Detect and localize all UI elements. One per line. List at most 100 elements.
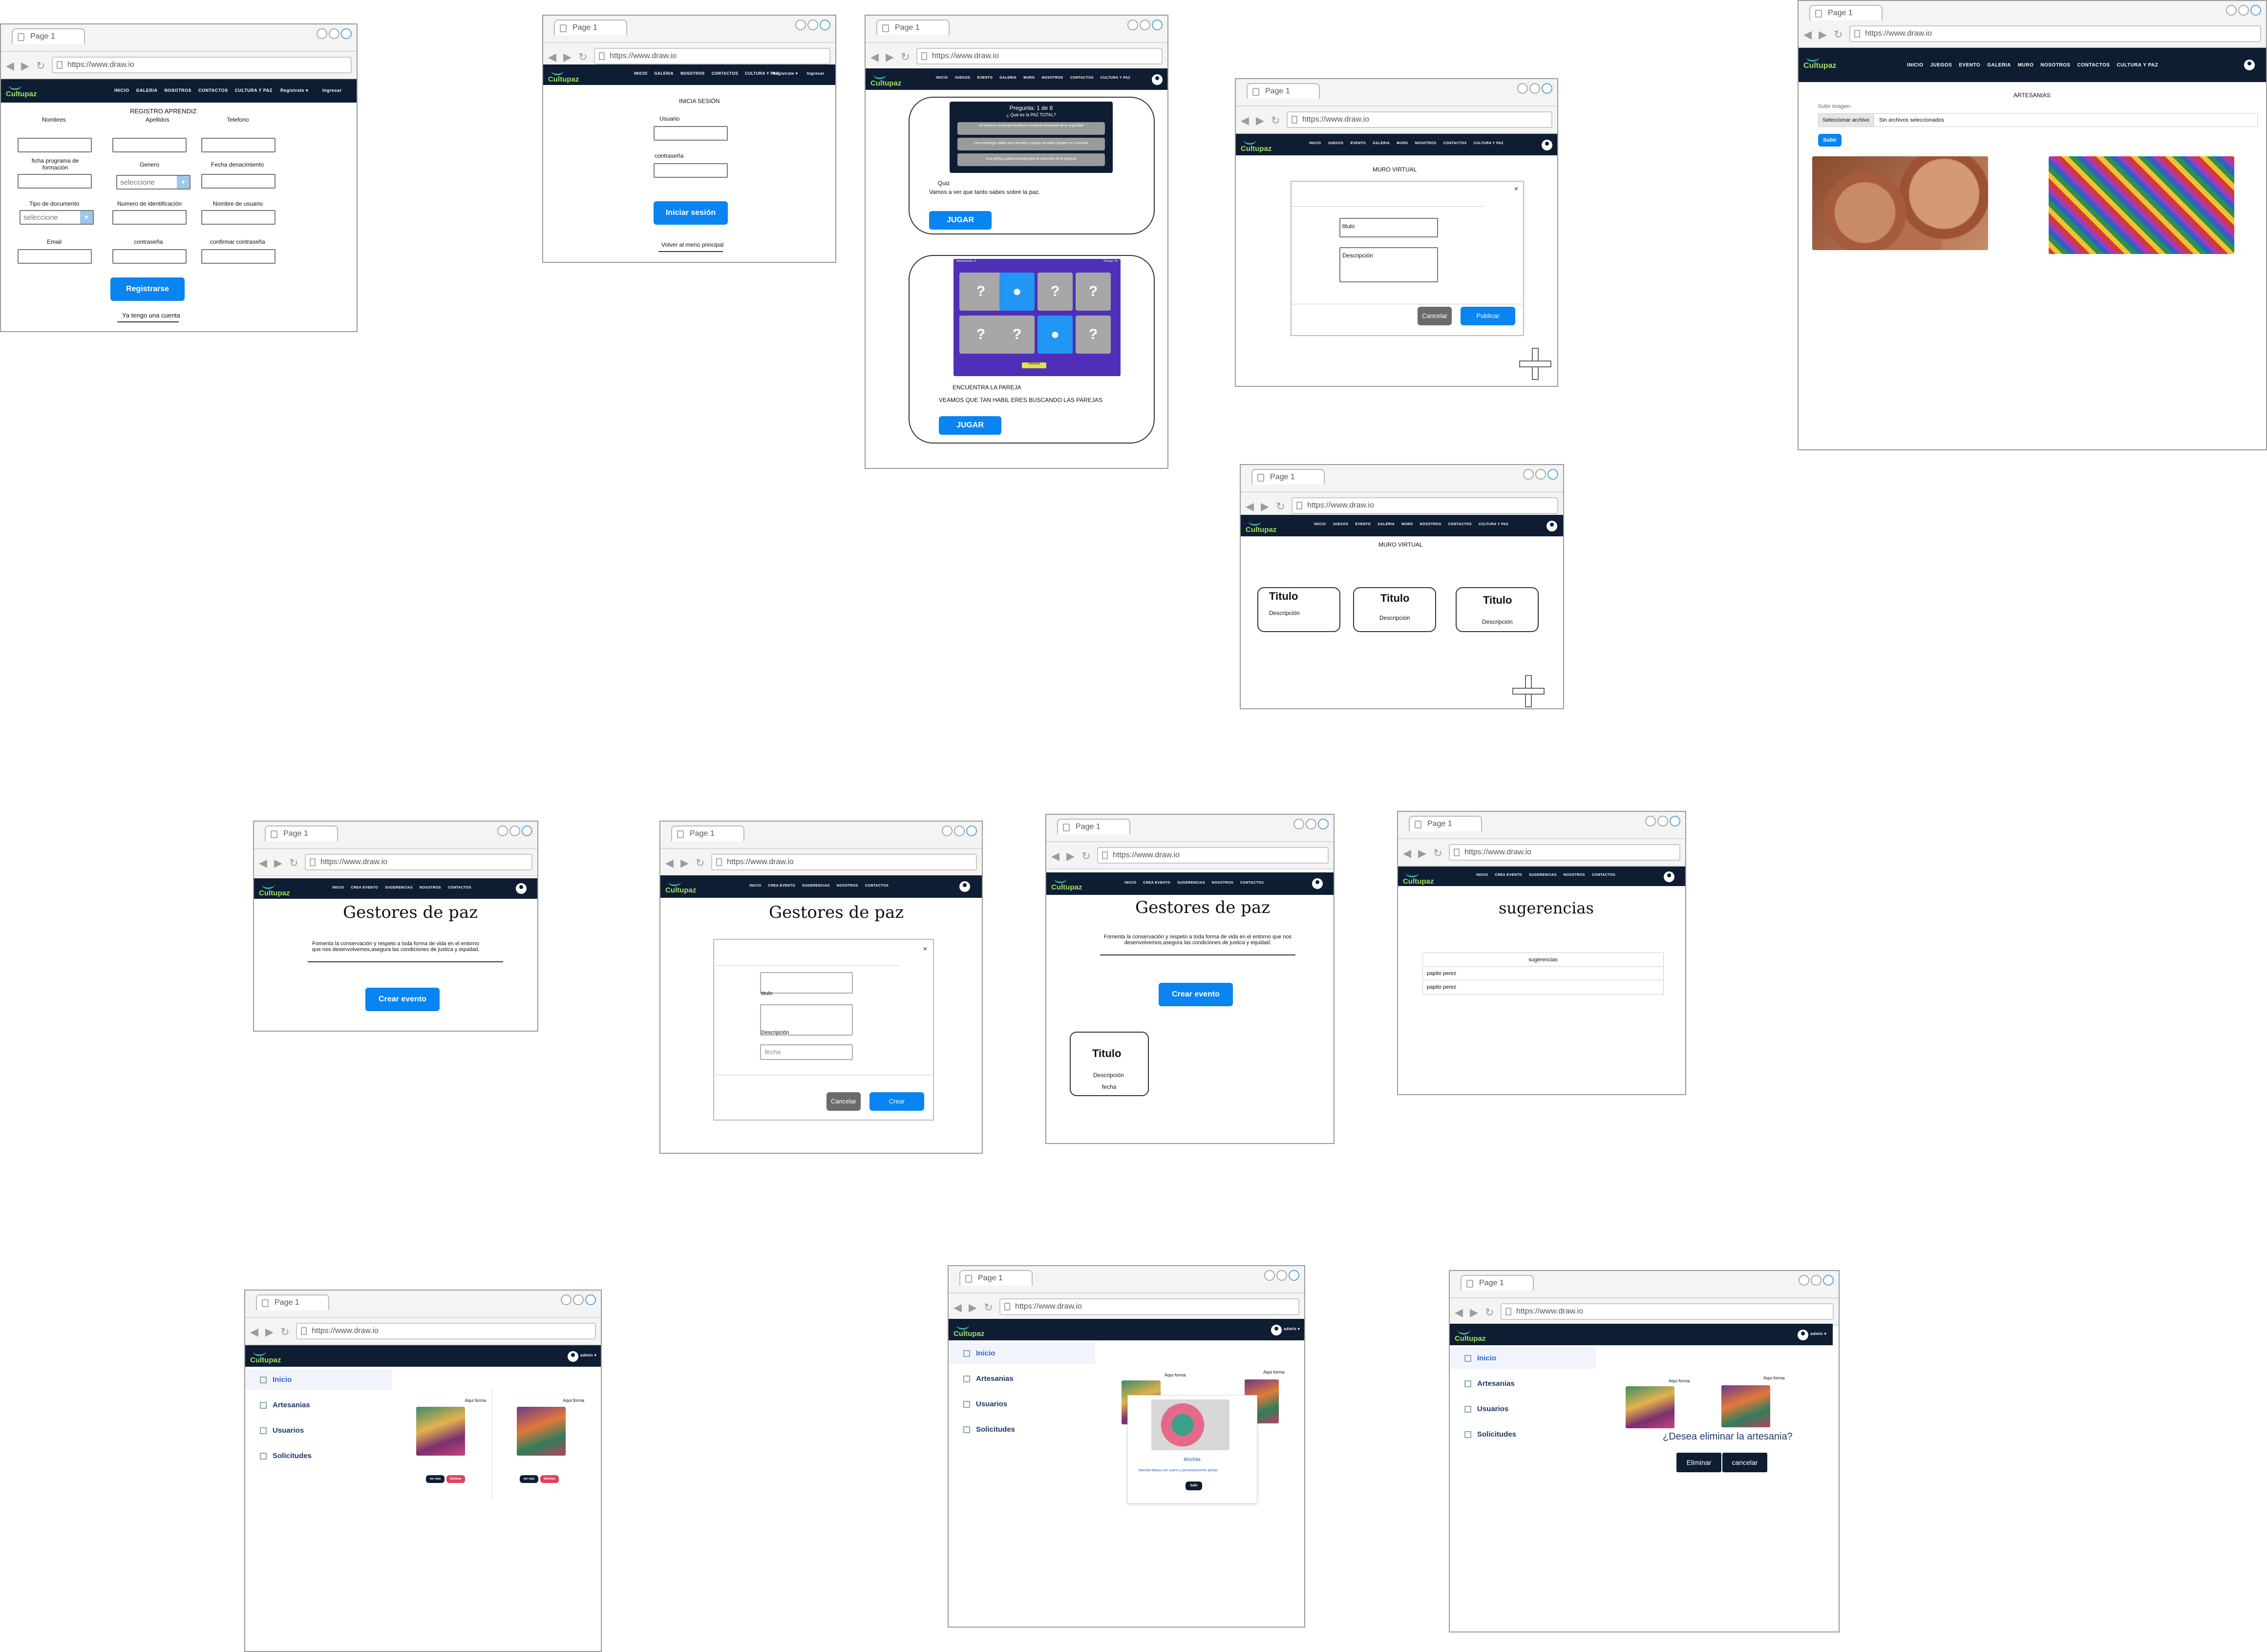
brand-logo[interactable]: Cultupaz: [870, 70, 901, 87]
window-controls[interactable]: [1292, 819, 1329, 832]
browser-tab[interactable]: Page 1: [876, 20, 950, 35]
browser-tab[interactable]: Page 1: [959, 1270, 1033, 1286]
memory-tile-apple-icon[interactable]: ●: [999, 273, 1035, 311]
url-input[interactable]: https://www.draw.io: [711, 854, 977, 870]
usuario-input[interactable]: [201, 210, 275, 225]
play-quiz-button[interactable]: JUGAR: [929, 211, 992, 230]
close-icon[interactable]: ×: [1514, 185, 1518, 192]
window-controls[interactable]: [2225, 5, 2261, 18]
user-avatar-icon[interactable]: [1271, 1325, 1282, 1335]
maximize-icon[interactable]: [509, 826, 520, 836]
close-icon[interactable]: ×: [923, 945, 927, 953]
sidebar-item-inicio[interactable]: Inicio: [963, 1349, 995, 1357]
nav-link[interactable]: CREA EVENTO: [768, 884, 795, 888]
nav-link[interactable]: INICIO: [114, 88, 129, 93]
sidebar-item-usuarios[interactable]: Usuarios: [1464, 1405, 1508, 1413]
nav-arrows-icon[interactable]: ◀ ▶ ↻: [250, 1326, 292, 1338]
close-icon[interactable]: [1823, 1275, 1834, 1286]
sidebar-item-usuarios[interactable]: Usuarios: [260, 1426, 304, 1435]
close-icon[interactable]: [1547, 469, 1558, 480]
nav-link[interactable]: MURO: [1397, 142, 1408, 145]
url-input[interactable]: https://www.draw.io: [1287, 111, 1552, 128]
nav-link[interactable]: EVENTO: [977, 76, 993, 80]
minimize-icon[interactable]: [317, 28, 327, 39]
nav-link[interactable]: NOSOTROS: [1564, 873, 1585, 877]
nav-link[interactable]: INICIO: [1476, 873, 1488, 877]
nav-link[interactable]: SUGERENCIAS: [385, 886, 413, 890]
sidebar-item-inicio[interactable]: Inicio: [1464, 1354, 1496, 1362]
browser-tab[interactable]: Page 1: [1251, 469, 1325, 485]
brand-logo[interactable]: Cultupaz: [953, 1321, 984, 1338]
password-input[interactable]: [654, 163, 728, 178]
cancel-delete-button[interactable]: cancelar: [1722, 1453, 1767, 1472]
window-controls[interactable]: [794, 20, 830, 33]
url-input[interactable]: https://www.draw.io: [1449, 844, 1680, 861]
nav-link[interactable]: CREA EVENTO: [1143, 881, 1170, 885]
nav-link[interactable]: GALERIA: [654, 71, 674, 76]
delete-button[interactable]: Eliminar: [446, 1475, 465, 1483]
window-controls[interactable]: [1516, 83, 1552, 96]
nav-link[interactable]: CULTURA Y PAZ: [2117, 63, 2158, 68]
window-controls[interactable]: [1263, 1270, 1299, 1283]
brand-logo[interactable]: Cultupaz: [1051, 874, 1082, 891]
nav-link[interactable]: CONTACTOS: [1592, 873, 1615, 877]
nav-link[interactable]: INICIO: [1124, 881, 1136, 885]
browser-tab[interactable]: Page 1: [1409, 816, 1482, 831]
nav-link[interactable]: JUEGOS: [1930, 63, 1952, 68]
nav-link[interactable]: CULTURA Y PAZ: [1479, 523, 1508, 526]
user-avatar-icon[interactable]: [1547, 521, 1557, 531]
table-row[interactable]: papito perez: [1423, 967, 1663, 980]
window-controls[interactable]: [1644, 816, 1680, 829]
close-icon[interactable]: [522, 826, 532, 836]
nav-link[interactable]: MURO: [1023, 76, 1035, 80]
quiz-option[interactable]: Una política gubernamental para la reduc…: [957, 153, 1105, 166]
nav-register[interactable]: Registrate ▾: [280, 88, 308, 93]
browser-tab[interactable]: Page 1: [1247, 83, 1320, 99]
have-account-link[interactable]: Ya tengo una cuenta: [122, 312, 180, 319]
ficha-input[interactable]: [18, 174, 92, 189]
nav-link[interactable]: INICIO: [1907, 63, 1924, 68]
nav-arrows-icon[interactable]: ◀ ▶ ↻: [1246, 500, 1287, 513]
maximize-icon[interactable]: [2238, 5, 2249, 16]
window-controls[interactable]: [496, 826, 532, 839]
maximize-icon[interactable]: [1529, 83, 1540, 94]
maximize-icon[interactable]: [1657, 816, 1668, 826]
browser-tab[interactable]: Page 1: [671, 826, 744, 841]
user-avatar-icon[interactable]: [1798, 1330, 1808, 1340]
close-icon[interactable]: [2250, 5, 2261, 16]
choose-file-button[interactable]: Seleccionar archivo: [1819, 114, 1874, 127]
close-detail-button[interactable]: Salir: [1186, 1482, 1202, 1490]
url-input[interactable]: https://www.draw.io: [1097, 847, 1329, 864]
nav-arrows-icon[interactable]: ◀ ▶ ↻: [1455, 1306, 1496, 1319]
nav-arrows-icon[interactable]: ◀ ▶ ↻: [1241, 114, 1282, 127]
browser-tab[interactable]: Page 1: [12, 28, 85, 44]
upload-button[interactable]: Subir: [1818, 134, 1842, 147]
browser-tab[interactable]: Page 1: [554, 20, 627, 35]
nav-arrows-icon[interactable]: ◀ ▶ ↻: [548, 51, 590, 64]
back-link[interactable]: Volver al menú principal: [661, 241, 723, 248]
nav-link[interactable]: CONTACTOS: [1070, 76, 1094, 80]
close-icon[interactable]: [341, 28, 352, 39]
memory-tile[interactable]: ?: [959, 273, 1002, 311]
nav-arrows-icon[interactable]: ◀ ▶ ↻: [870, 51, 912, 64]
url-input[interactable]: https://www.draw.io: [52, 57, 352, 73]
close-icon[interactable]: [820, 20, 830, 30]
register-button[interactable]: Registrarse: [110, 277, 185, 301]
minimize-icon[interactable]: [1517, 83, 1528, 94]
sidebar-item-solicitudes[interactable]: Solicitudes: [1464, 1430, 1516, 1439]
confirm-password-input[interactable]: [201, 249, 275, 264]
browser-tab[interactable]: Page 1: [256, 1294, 329, 1310]
memory-tile[interactable]: ?: [1076, 273, 1111, 311]
apellidos-input[interactable]: [112, 138, 187, 152]
nav-link[interactable]: EVENTO: [1356, 523, 1371, 526]
window-controls[interactable]: [1522, 469, 1558, 482]
event-title-input[interactable]: titulo: [760, 972, 853, 996]
table-row[interactable]: papito perez: [1423, 980, 1663, 994]
quiz-option[interactable]: Un proceso social que facilita la consta…: [957, 122, 1105, 135]
nav-link[interactable]: GALERIA: [1987, 63, 2011, 68]
nav-link[interactable]: GALERIA: [999, 76, 1017, 80]
window-controls[interactable]: [940, 826, 977, 839]
brand-logo[interactable]: Cultupaz: [1803, 53, 1837, 70]
nav-link[interactable]: NOSOTROS: [165, 88, 192, 93]
brand-logo[interactable]: Cultupaz: [665, 877, 696, 894]
